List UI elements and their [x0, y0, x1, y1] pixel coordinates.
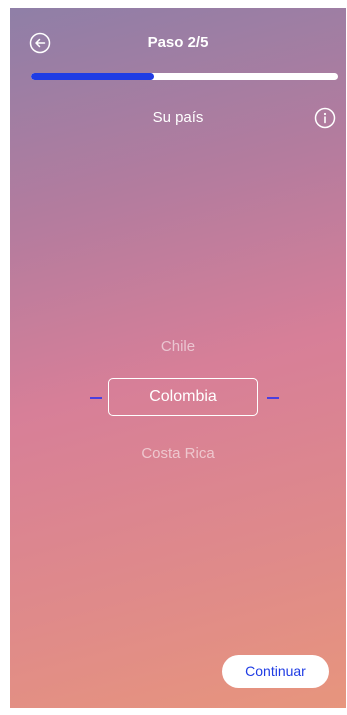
progress-bar-fill: [31, 73, 154, 80]
country-label: Su país: [152, 109, 204, 126]
info-button[interactable]: [314, 107, 336, 129]
picker-option-previous[interactable]: Chile: [10, 336, 346, 358]
picker-indicator-left: [90, 397, 102, 399]
progress-bar: [31, 73, 338, 80]
country-picker[interactable]: Chile Colombia Costa Rica: [10, 328, 346, 478]
picker-option-selected[interactable]: Colombia: [108, 378, 258, 416]
step-title: Paso 2/5: [147, 34, 209, 51]
continue-button[interactable]: Continuar: [222, 655, 329, 688]
info-circle-icon: [314, 107, 336, 129]
onboarding-screen: Paso 2/5 Su país Chile Colombia Costa Ri…: [10, 8, 346, 708]
picker-indicator-right: [267, 397, 279, 399]
picker-option-next[interactable]: Costa Rica: [10, 443, 346, 465]
